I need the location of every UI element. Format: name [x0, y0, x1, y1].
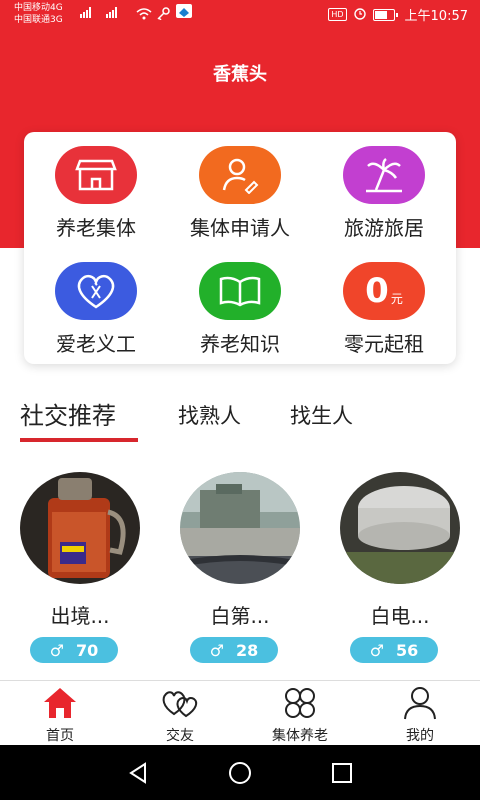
nav-item-collective-elderly[interactable]: 集体养老 — [240, 685, 360, 745]
person-name: 白电... — [370, 604, 430, 628]
signal-icon — [80, 6, 132, 21]
male-icon: ♂ — [369, 640, 385, 660]
nav-item-mine[interactable]: 我的 — [360, 685, 480, 745]
heart-yi-icon — [55, 262, 137, 320]
page-title: 香蕉头 — [213, 64, 267, 85]
tab-find-acquaintance[interactable]: 找熟人 — [178, 400, 241, 430]
grid-label: 爱老义工 — [56, 332, 136, 356]
wifi-icon — [136, 5, 152, 24]
status-bar: 中国移动4G 中国联通3G HD 上午10:57 — [0, 0, 480, 30]
clock: 上午10:57 — [404, 9, 468, 24]
carrier-1: 中国移动4G — [14, 3, 63, 13]
grid-label: 集体申请人 — [190, 216, 290, 240]
bottom-navigation: 首页 交友 集体养老 我的 — [0, 680, 480, 746]
back-icon[interactable] — [124, 759, 152, 787]
tab-social-recommend[interactable]: 社交推荐 — [20, 396, 116, 431]
nav-label: 我的 — [406, 728, 434, 744]
nav-label: 首页 — [46, 728, 74, 744]
clover-icon — [280, 685, 320, 721]
nav-item-make-friends[interactable]: 交友 — [120, 685, 240, 745]
grid-item-elderly-collective[interactable]: 养老集体 — [24, 132, 168, 240]
nav-label: 交友 — [166, 728, 194, 744]
person-name: 出境... — [50, 604, 110, 628]
male-icon: ♂ — [49, 640, 65, 660]
avatar — [180, 472, 300, 584]
recents-icon[interactable] — [328, 759, 356, 787]
person-card[interactable]: 白电... ♂ 56 — [332, 472, 468, 672]
palm-tree-icon — [343, 146, 425, 204]
zero-big-text: 0 — [365, 271, 389, 311]
hd-badge: HD — [328, 8, 347, 21]
home-circle-icon[interactable] — [226, 759, 254, 787]
person-card[interactable]: 白第... ♂ 28 — [172, 472, 308, 672]
alarm-icon — [353, 6, 367, 24]
nav-label: 集体养老 — [272, 728, 328, 744]
book-icon — [199, 262, 281, 320]
gender-age-badge: ♂ 56 — [350, 637, 438, 663]
person-edit-icon — [199, 146, 281, 204]
male-icon: ♂ — [209, 640, 225, 660]
grid-item-knowledge[interactable]: 养老知识 — [168, 248, 312, 356]
age-value: 70 — [76, 640, 99, 660]
tab-find-stranger[interactable]: 找生人 — [290, 400, 353, 430]
nav-item-home[interactable]: 首页 — [0, 685, 120, 745]
grid-label: 零元起租 — [344, 332, 424, 356]
grid-item-volunteer[interactable]: 爱老义工 — [24, 248, 168, 356]
home-icon — [40, 685, 80, 721]
age-value: 28 — [236, 640, 259, 660]
active-tab-indicator — [20, 438, 138, 442]
grid-item-collective-applicant[interactable]: 集体申请人 — [168, 132, 312, 240]
person-name: 白第... — [210, 604, 270, 628]
feature-grid-card: 养老集体 集体申请人 旅游旅居 爱老义工 养老知识 0 元 零元起租 — [24, 132, 456, 364]
app-notification-icon — [176, 4, 192, 18]
system-navigation-bar — [0, 745, 480, 800]
grid-label: 养老集体 — [56, 216, 136, 240]
battery-icon — [372, 8, 398, 21]
key-icon — [156, 5, 170, 24]
age-value: 56 — [396, 640, 419, 660]
gender-age-badge: ♂ 70 — [30, 637, 118, 663]
avatar — [340, 472, 460, 584]
person-card[interactable]: 出境... ♂ 70 — [12, 472, 148, 672]
gender-age-badge: ♂ 28 — [190, 637, 278, 663]
grid-item-travel[interactable]: 旅游旅居 — [312, 132, 456, 240]
carrier-2: 中国联通3G — [14, 15, 63, 25]
zero-yuan-icon: 0 元 — [343, 262, 425, 320]
grid-item-zero-rent[interactable]: 0 元 零元起租 — [312, 248, 456, 356]
avatar — [20, 472, 140, 584]
user-icon — [400, 685, 440, 721]
storefront-icon — [55, 146, 137, 204]
grid-label: 养老知识 — [200, 332, 280, 356]
yuan-small-text: 元 — [390, 291, 403, 306]
grid-label: 旅游旅居 — [344, 216, 424, 240]
hearts-icon — [160, 685, 200, 721]
carrier-info: 中国移动4G 中国联通3G — [14, 2, 63, 26]
